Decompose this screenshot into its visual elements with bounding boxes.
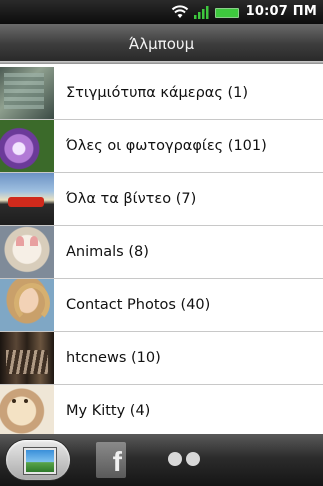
bottom-tab-bar: f xyxy=(0,434,323,486)
album-label: Στιγμιότυπα κάμερας (1) xyxy=(66,85,248,101)
album-label: Όλα τα βίντεο (7) xyxy=(66,191,197,207)
status-bar: 10:07 ΠΜ xyxy=(0,0,323,24)
album-label: Animals (8) xyxy=(66,244,149,260)
albums-tab[interactable] xyxy=(6,440,70,480)
my-kitty-thumbnail xyxy=(0,385,54,434)
facebook-icon: f xyxy=(112,446,122,477)
more-tab[interactable] xyxy=(164,452,204,468)
battery-icon xyxy=(215,8,239,18)
all-photos-thumbnail xyxy=(0,120,54,172)
camera-shots-thumbnail xyxy=(0,67,54,119)
clock: 10:07 ΠΜ xyxy=(245,4,317,19)
dot-icon xyxy=(186,452,200,466)
htcnews-thumbnail xyxy=(0,332,54,384)
contact-photos-thumbnail xyxy=(0,279,54,331)
animals-thumbnail xyxy=(0,226,54,278)
album-label: htcnews (10) xyxy=(66,350,161,366)
album-item-my-kitty[interactable]: My Kitty (4) xyxy=(0,385,323,434)
album-item-all-photos[interactable]: Όλες οι φωτογραφίες (101) xyxy=(0,120,323,173)
title-bar: Άλμπουμ xyxy=(0,24,323,64)
album-item-camera-shots[interactable]: Στιγμιότυπα κάμερας (1) xyxy=(0,67,323,120)
signal-icon xyxy=(194,6,209,19)
album-item-htcnews[interactable]: htcnews (10) xyxy=(0,332,323,385)
album-list[interactable]: Στιγμιότυπα κάμερας (1) Όλες οι φωτογραφ… xyxy=(0,67,323,434)
album-item-contact-photos[interactable]: Contact Photos (40) xyxy=(0,279,323,332)
album-label: Contact Photos (40) xyxy=(66,297,211,313)
wifi-icon xyxy=(171,5,189,18)
dot-icon xyxy=(168,452,182,466)
all-videos-thumbnail xyxy=(0,173,54,225)
album-item-all-videos[interactable]: Όλα τα βίντεο (7) xyxy=(0,173,323,226)
photo-album-icon xyxy=(24,448,56,474)
facebook-tab[interactable]: f xyxy=(96,442,126,478)
album-item-animals[interactable]: Animals (8) xyxy=(0,226,323,279)
album-label: Όλες οι φωτογραφίες (101) xyxy=(66,138,267,154)
album-label: My Kitty (4) xyxy=(66,403,151,419)
page-title: Άλμπουμ xyxy=(128,35,195,53)
